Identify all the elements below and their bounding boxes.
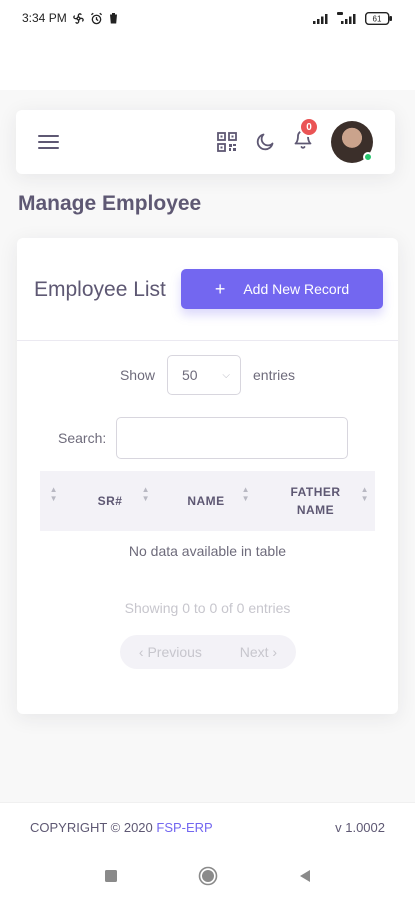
column-header-sr[interactable]: SR# ▲ ▼ [64, 471, 156, 531]
copyright-text: COPYRIGHT © 2020 [30, 820, 157, 835]
sort-icon: ▲ ▼ [49, 485, 58, 503]
battery-level: 61 [373, 14, 382, 23]
signal-4g-icon [337, 12, 359, 24]
plus-icon: + [214, 279, 226, 299]
column-label-father-name: FATHER NAME [290, 485, 341, 517]
entries-label: entries [253, 367, 296, 383]
search-input[interactable] [116, 417, 349, 459]
signal-icon [313, 12, 331, 24]
page-title: Manage Employee [18, 192, 202, 215]
show-label: Show [119, 367, 155, 383]
search-label: Search: [58, 430, 107, 446]
notification-badge: 0 [299, 117, 319, 137]
sort-icon: ▲ ▼ [141, 485, 150, 503]
column-header-father-name[interactable]: FATHER NAME ▲ ▼ [256, 471, 375, 531]
sort-icon: ▲ ▼ [241, 485, 250, 503]
trash-icon [108, 12, 119, 24]
app-navbar: 0 [16, 110, 395, 174]
chevron-down-icon: ⌵ [222, 369, 230, 381]
alarm-icon [90, 12, 103, 25]
footer: COPYRIGHT © 2020 FSP-ERP v 1.0002 [0, 802, 415, 852]
home-icon[interactable] [198, 866, 218, 886]
app-version: v 1.0002 [335, 820, 385, 835]
battery-icon: 61 [365, 11, 393, 25]
add-new-record-label: Add New Record [243, 281, 350, 297]
table-info: Showing 0 to 0 of 0 entries [124, 600, 291, 616]
status-time: 3:34 PM [22, 11, 67, 25]
qr-code-icon[interactable] [217, 132, 237, 152]
column-header-name[interactable]: NAME ▲ ▼ [156, 471, 256, 531]
entries-select[interactable]: 50 ⌵ [167, 355, 241, 395]
previous-page-button[interactable]: ‹ Previous [139, 644, 202, 660]
app-top-area [0, 36, 415, 90]
pagination: ‹ Previous Next › [120, 635, 296, 669]
entries-select-value: 50 [182, 367, 198, 383]
column-label-sr: SR# [97, 494, 123, 508]
moon-icon[interactable] [255, 132, 275, 152]
card-title: Employee List [34, 278, 166, 301]
copyright: COPYRIGHT © 2020 FSP-ERP [30, 820, 213, 835]
table-header: ▲ ▼ SR# ▲ ▼ NAME ▲ ▼ FATHER NAME ▲ ▼ [40, 471, 375, 531]
status-right: 61 [313, 11, 393, 25]
hamburger-menu-icon[interactable] [38, 134, 59, 150]
brand-link[interactable]: FSP-ERP [156, 820, 212, 835]
status-left: 3:34 PM [22, 11, 119, 25]
entries-length-control: Show 50 ⌵ entries [17, 355, 398, 395]
column-label-name: NAME [187, 494, 225, 508]
recents-icon[interactable] [104, 869, 118, 883]
next-page-button[interactable]: Next › [240, 644, 277, 660]
card-divider [17, 340, 398, 341]
add-new-record-button[interactable]: + Add New Record [181, 269, 383, 309]
search-control: Search: [58, 417, 349, 459]
android-navigation-bar [0, 852, 415, 900]
user-avatar[interactable] [331, 121, 373, 163]
status-bar: 3:34 PM 61 [0, 0, 415, 36]
back-icon[interactable] [298, 869, 312, 883]
fan-icon [72, 12, 85, 25]
employee-list-card: Employee List + Add New Record Show 50 ⌵… [17, 238, 398, 714]
sort-icon: ▲ ▼ [360, 485, 369, 503]
empty-table-message: No data available in table [128, 543, 287, 559]
column-header-select[interactable]: ▲ ▼ [40, 471, 64, 531]
navbar-actions: 0 [217, 117, 373, 163]
online-status-indicator [363, 152, 373, 162]
notifications-button[interactable]: 0 [293, 117, 319, 155]
